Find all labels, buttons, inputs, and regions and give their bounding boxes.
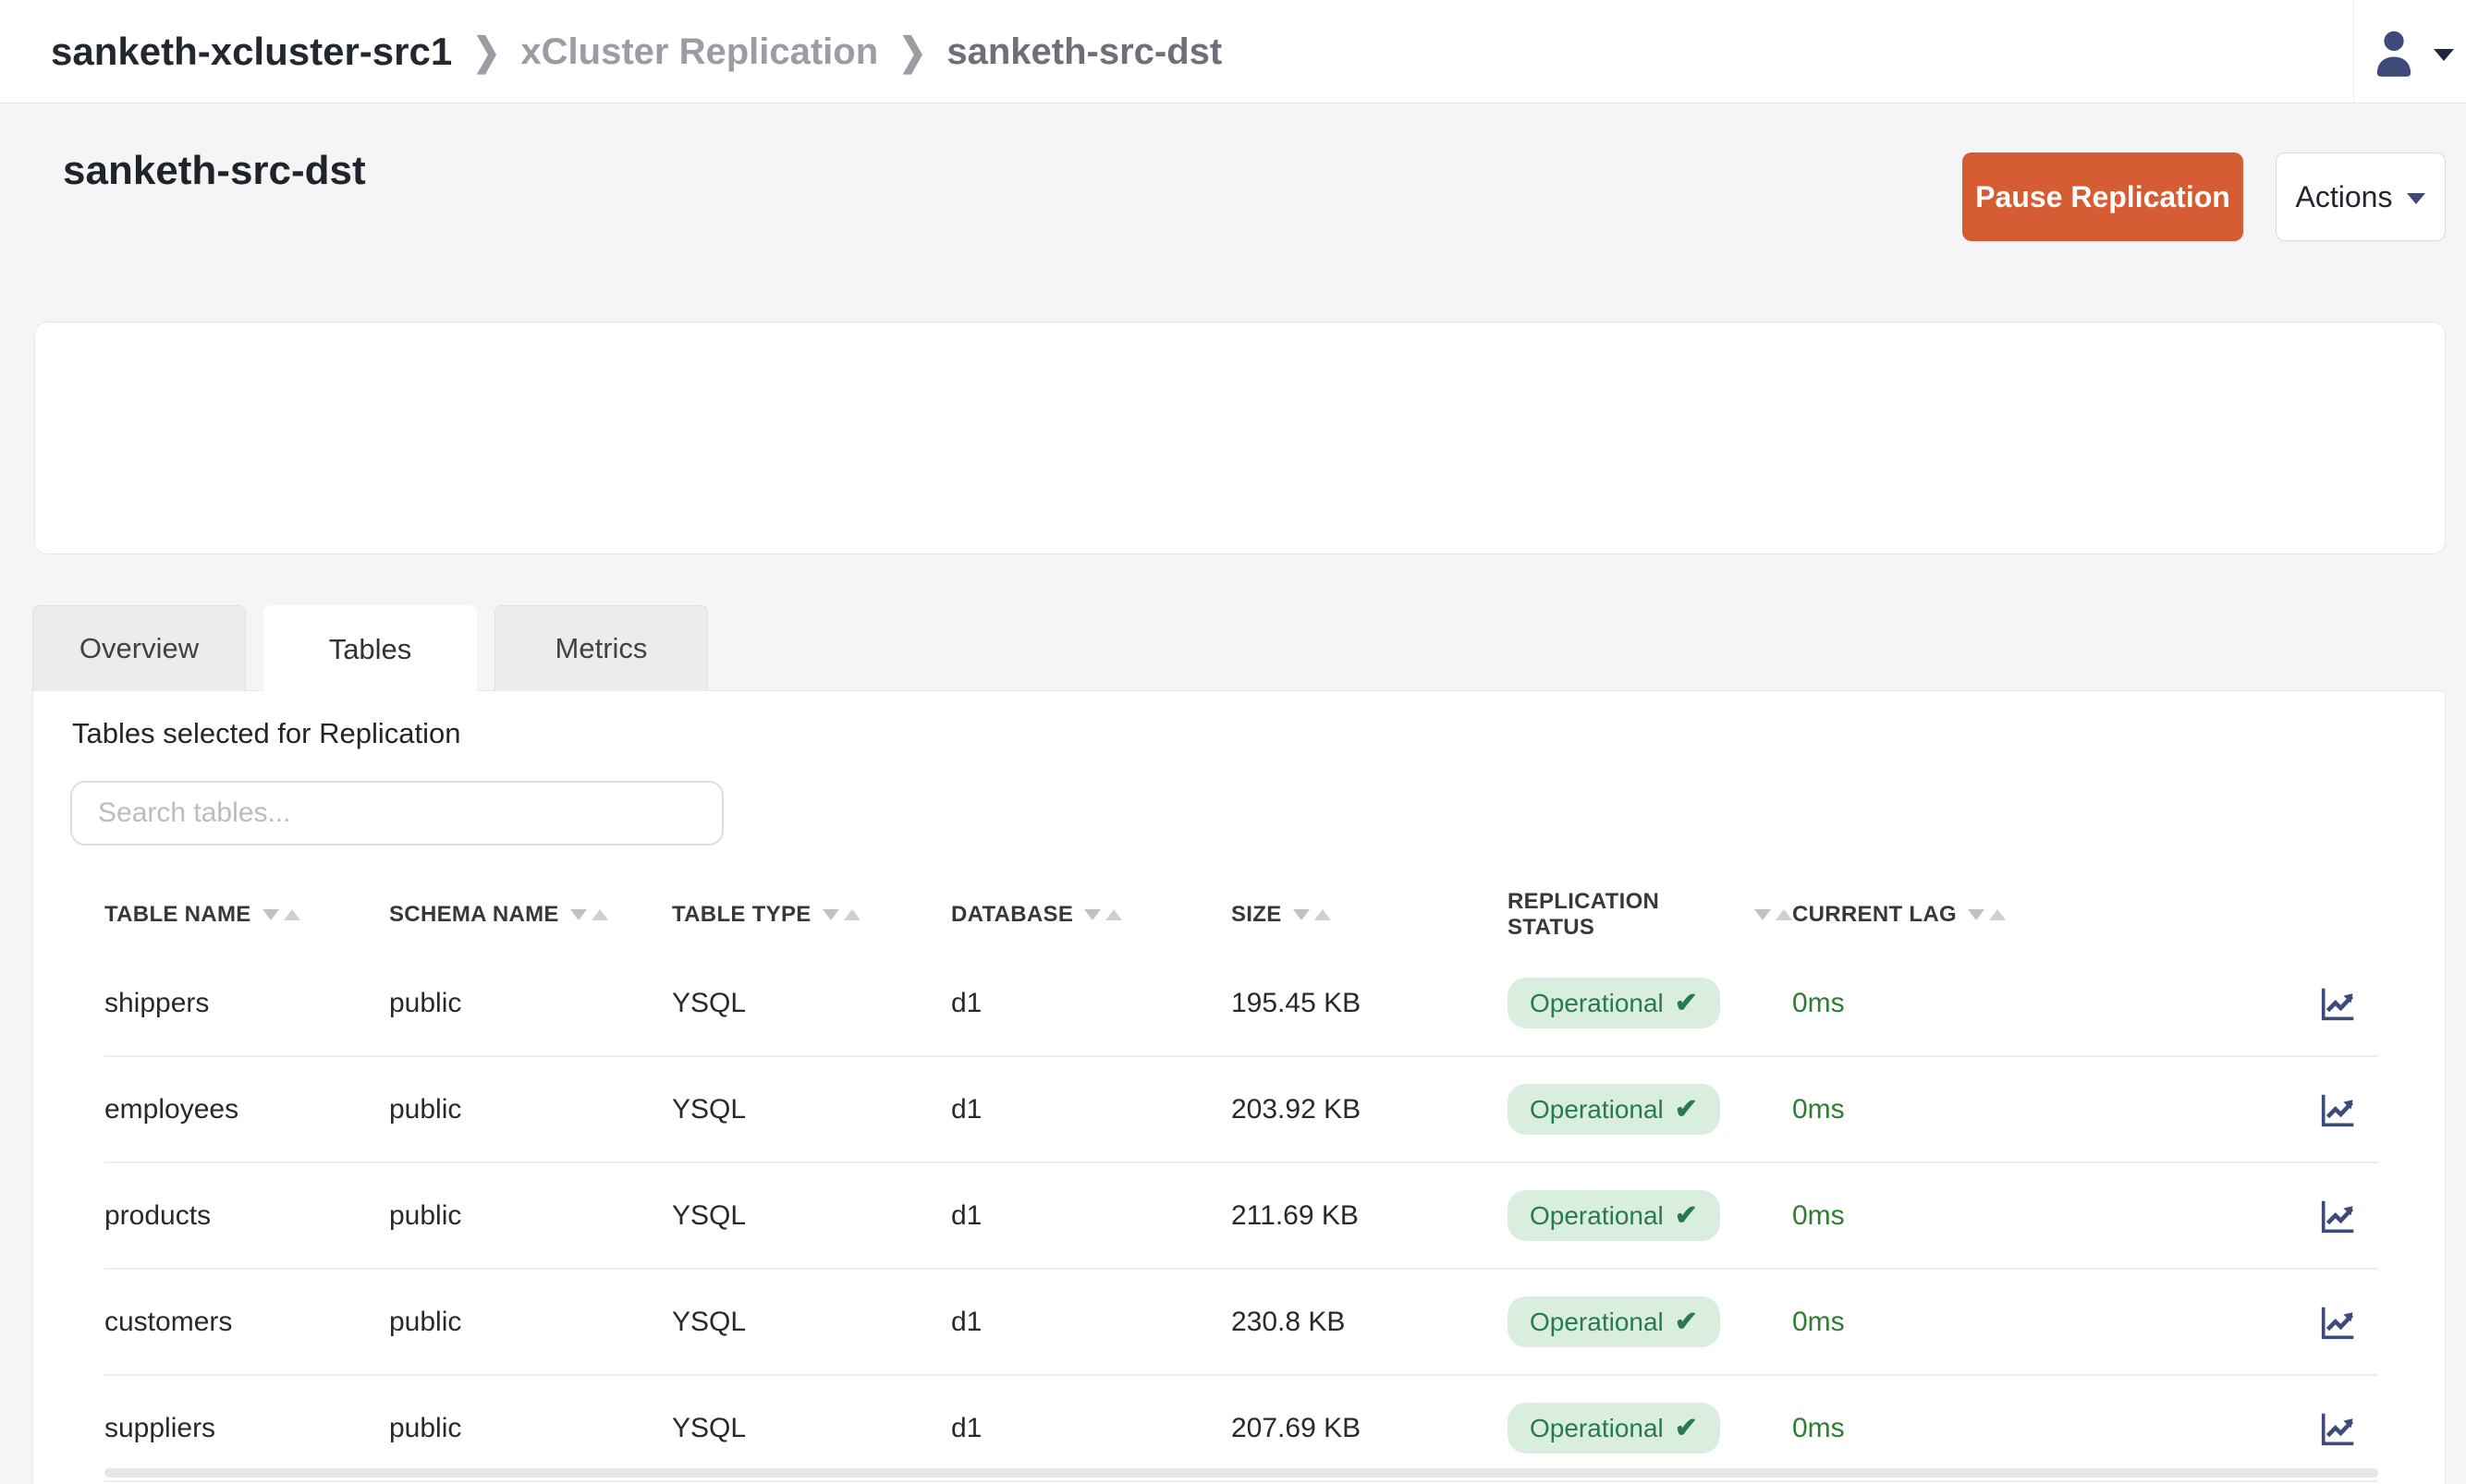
table-header-row: TABLE NAME SCHEMA NAME TABLE TYPE DATABA…: [104, 879, 2378, 951]
status-badge: Operational✔: [1508, 1403, 1720, 1454]
cell-table-type: YSQL: [672, 1200, 951, 1232]
breadcrumb: sanketh-xcluster-src1 ❯ xCluster Replica…: [51, 0, 1222, 103]
sort-icon[interactable]: [823, 909, 861, 920]
column-header-current-lag[interactable]: CURRENT LAG: [1792, 902, 2062, 928]
cell-database: d1: [951, 1413, 1231, 1444]
breadcrumb-chevron-icon: ❯: [472, 30, 500, 74]
breadcrumb-current: sanketh-src-dst: [946, 31, 1222, 73]
cell-current-lag: 0ms: [1792, 988, 2062, 1019]
cell-database: d1: [951, 1094, 1231, 1125]
sort-icon[interactable]: [1293, 909, 1331, 920]
cell-table-name: shippers: [104, 988, 389, 1019]
lag-graph-icon[interactable]: [2317, 1195, 2360, 1237]
tables-panel: Tables selected for Replication TABLE NA…: [32, 690, 2446, 1484]
detail-tabs: Overview Tables Metrics: [32, 605, 708, 693]
status-badge: Operational✔: [1508, 1296, 1720, 1347]
check-icon: ✔: [1675, 1412, 1698, 1444]
tab-tables[interactable]: Tables: [263, 605, 477, 693]
status-badge: Operational✔: [1508, 1190, 1720, 1241]
cell-schema-name: public: [389, 988, 672, 1019]
cell-schema-name: public: [389, 1307, 672, 1338]
sort-icon[interactable]: [1754, 909, 1792, 920]
cell-schema-name: public: [389, 1094, 672, 1125]
breadcrumb-section[interactable]: xCluster Replication: [520, 31, 878, 73]
search-input[interactable]: [70, 781, 724, 845]
replication-tables-table: TABLE NAME SCHEMA NAME TABLE TYPE DATABA…: [104, 879, 2378, 1482]
tab-metrics[interactable]: Metrics: [494, 605, 708, 691]
column-header-database[interactable]: DATABASE: [951, 902, 1231, 928]
top-navbar: sanketh-xcluster-src1 ❯ xCluster Replica…: [0, 0, 2466, 103]
actions-button-label: Actions: [2296, 180, 2393, 214]
status-badge: Operational✔: [1508, 1084, 1720, 1135]
cell-database: d1: [951, 1307, 1231, 1338]
status-badge: Operational✔: [1508, 978, 1720, 1028]
cell-table-name: employees: [104, 1094, 389, 1125]
cell-schema-name: public: [389, 1200, 672, 1232]
column-header-size[interactable]: SIZE: [1231, 902, 1508, 928]
check-icon: ✔: [1675, 1093, 1698, 1125]
horizontal-scrollbar[interactable]: [104, 1468, 2378, 1478]
cell-database: d1: [951, 1200, 1231, 1232]
table-row[interactable]: employees public YSQL d1 203.92 KB Opera…: [104, 1057, 2378, 1163]
table-row[interactable]: customers public YSQL d1 230.8 KB Operat…: [104, 1270, 2378, 1376]
cell-database: d1: [951, 988, 1231, 1019]
column-header-table-name[interactable]: TABLE NAME: [104, 902, 389, 928]
cell-table-name: customers: [104, 1307, 389, 1338]
cell-size: 203.92 KB: [1231, 1094, 1508, 1125]
cell-table-type: YSQL: [672, 1094, 951, 1125]
column-header-table-type[interactable]: TABLE TYPE: [672, 902, 951, 928]
cell-current-lag: 0ms: [1792, 1413, 2062, 1444]
sort-icon[interactable]: [1084, 909, 1122, 920]
cell-table-type: YSQL: [672, 1307, 951, 1338]
cell-current-lag: 0ms: [1792, 1094, 2062, 1125]
table-row[interactable]: shippers public YSQL d1 195.45 KB Operat…: [104, 951, 2378, 1057]
cell-size: 230.8 KB: [1231, 1307, 1508, 1338]
cell-size: 211.69 KB: [1231, 1200, 1508, 1232]
cell-current-lag: 0ms: [1792, 1307, 2062, 1338]
cell-size: 195.45 KB: [1231, 988, 1508, 1019]
chevron-down-icon: [2407, 193, 2425, 204]
cell-table-name: products: [104, 1200, 389, 1232]
table-row[interactable]: products public YSQL d1 211.69 KB Operat…: [104, 1163, 2378, 1270]
cell-schema-name: public: [389, 1413, 672, 1444]
sort-icon[interactable]: [1968, 909, 2006, 920]
check-icon: ✔: [1675, 987, 1698, 1019]
lag-graph-icon[interactable]: [2317, 982, 2360, 1025]
cell-current-lag: 0ms: [1792, 1200, 2062, 1232]
user-avatar-icon: [2367, 25, 2421, 79]
cell-table-type: YSQL: [672, 1413, 951, 1444]
cell-table-name: suppliers: [104, 1413, 389, 1444]
panel-heading: Tables selected for Replication: [72, 717, 460, 750]
check-icon: ✔: [1675, 1306, 1698, 1338]
breadcrumb-universe[interactable]: sanketh-xcluster-src1: [51, 30, 452, 74]
lag-graph-icon[interactable]: [2317, 1407, 2360, 1450]
table-row[interactable]: suppliers public YSQL d1 207.69 KB Opera…: [104, 1376, 2378, 1482]
page-title: sanketh-src-dst: [63, 148, 366, 194]
replication-status-card: Replication Status Enabled Current Lag L…: [34, 322, 2446, 554]
actions-button[interactable]: Actions: [2276, 152, 2446, 241]
column-header-schema-name[interactable]: SCHEMA NAME: [389, 902, 672, 928]
sort-icon[interactable]: [570, 909, 608, 920]
table-body: shippers public YSQL d1 195.45 KB Operat…: [104, 951, 2378, 1482]
sort-icon[interactable]: [262, 909, 300, 920]
column-header-replication-status[interactable]: REPLICATION STATUS: [1508, 889, 1792, 941]
lag-graph-icon[interactable]: [2317, 1089, 2360, 1131]
check-icon: ✔: [1675, 1199, 1698, 1232]
cell-size: 207.69 KB: [1231, 1413, 1508, 1444]
user-menu[interactable]: [2353, 0, 2466, 103]
pause-replication-button[interactable]: Pause Replication: [1962, 152, 2243, 241]
breadcrumb-chevron-icon: ❯: [898, 30, 926, 74]
cell-table-type: YSQL: [672, 988, 951, 1019]
tab-overview[interactable]: Overview: [32, 605, 246, 691]
chevron-down-icon: [2434, 49, 2454, 61]
lag-graph-icon[interactable]: [2317, 1301, 2360, 1344]
